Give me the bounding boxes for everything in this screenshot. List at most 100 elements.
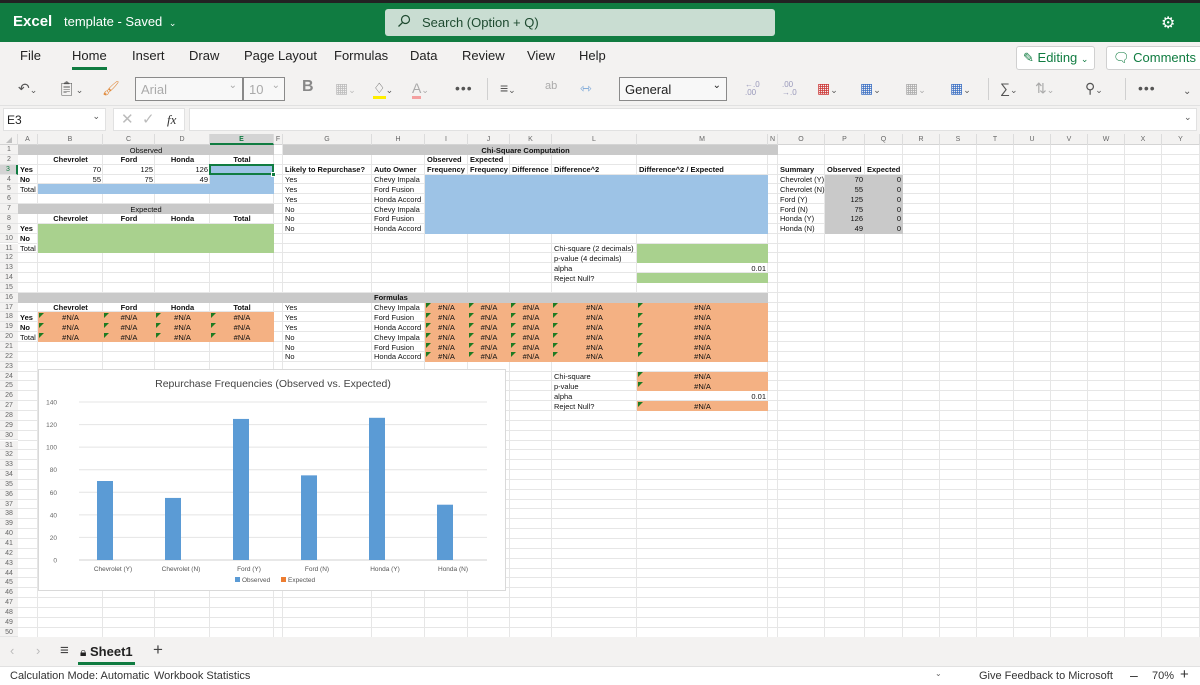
merge-cells-icon[interactable]: ⇿ <box>580 80 592 97</box>
row-header-23[interactable]: 23 <box>0 361 18 372</box>
formulas-title[interactable]: Formulas <box>374 293 423 302</box>
row-header-9[interactable]: 9 <box>0 223 18 234</box>
row-header-6[interactable]: 6 <box>0 194 18 205</box>
insert-function-icon[interactable]: fx <box>167 112 176 128</box>
formula-value[interactable]: #N/A <box>105 313 153 322</box>
decrease-decimal-button[interactable]: ←.0 .00 <box>745 81 760 97</box>
formula-input[interactable] <box>189 108 1197 131</box>
row-header-21[interactable]: 21 <box>0 342 18 352</box>
expected-header[interactable]: Ford <box>105 214 153 223</box>
repurchase-value[interactable]: No <box>285 333 370 342</box>
summary-observed[interactable]: 126 <box>827 214 863 223</box>
observed-value[interactable]: 75 <box>105 175 153 184</box>
column-header-b[interactable]: B <box>38 134 103 145</box>
header-expected-frequency[interactable]: Frequency <box>470 165 508 174</box>
row-header-7[interactable]: 7 <box>0 204 18 214</box>
p-value-value[interactable]: #N/A <box>639 382 766 391</box>
row-header-42[interactable]: 42 <box>0 548 18 559</box>
formula-value[interactable]: #N/A <box>40 323 101 332</box>
expected-title[interactable]: Expected <box>20 205 272 214</box>
prev-sheet-icon[interactable]: ‹ <box>10 643 14 658</box>
formula-value[interactable]: #N/A <box>470 343 508 352</box>
summary-label[interactable]: Ford (N) <box>780 205 823 214</box>
repurchase-value[interactable]: Yes <box>285 175 370 184</box>
formula-value[interactable]: #N/A <box>427 323 466 332</box>
column-header-l[interactable]: L <box>552 134 637 145</box>
row-header-24[interactable]: 24 <box>0 371 18 382</box>
select-all-corner[interactable] <box>0 134 18 145</box>
header-repurchase[interactable]: Likely to Repurchase? <box>285 165 370 174</box>
formula-row-label[interactable]: No <box>20 323 36 332</box>
formula-value[interactable]: #N/A <box>212 313 272 322</box>
format-painter-icon[interactable]: 🖌︎ <box>102 80 120 97</box>
header-observed[interactable]: Observed <box>427 155 466 164</box>
formula-value[interactable]: #N/A <box>512 352 550 361</box>
row-header-28[interactable]: 28 <box>0 410 18 421</box>
calculation-mode[interactable]: Calculation Mode: Automatic <box>10 670 149 682</box>
auto-owner-value[interactable]: Chevy Impala <box>374 303 423 312</box>
formula-value[interactable]: #N/A <box>639 343 766 352</box>
formula-value[interactable]: #N/A <box>427 343 466 352</box>
header-difference[interactable]: Difference <box>512 165 550 174</box>
auto-owner-value[interactable]: Chevy Impala <box>374 333 423 342</box>
row-header-37[interactable]: 37 <box>0 499 18 510</box>
formula-value[interactable]: #N/A <box>470 333 508 342</box>
repurchase-value[interactable]: No <box>285 343 370 352</box>
row-header-41[interactable]: 41 <box>0 539 18 549</box>
number-format-select[interactable]: General ⌄ <box>619 77 727 101</box>
font-color-icon[interactable]: A⌄ <box>412 80 429 99</box>
repurchase-value[interactable]: Yes <box>285 323 370 332</box>
auto-owner-value[interactable]: Chevy Impala <box>374 205 423 214</box>
summary-label[interactable]: Ford (Y) <box>780 195 823 204</box>
column-header-e[interactable]: E <box>210 134 274 145</box>
confirm-icon[interactable]: ✓ <box>142 110 155 128</box>
expected-row-label[interactable]: Yes <box>20 224 36 233</box>
column-header-r[interactable]: R <box>903 134 940 145</box>
repurchase-value[interactable]: No <box>285 205 370 214</box>
formula-value[interactable]: #N/A <box>105 323 153 332</box>
row-header-22[interactable]: 22 <box>0 351 18 362</box>
summary-observed[interactable]: 75 <box>827 205 863 214</box>
row-header-19[interactable]: 19 <box>0 322 18 333</box>
row-header-17[interactable]: 17 <box>0 302 18 313</box>
summary-expected[interactable]: 0 <box>867 214 901 223</box>
row-header-1[interactable]: 1 <box>0 145 18 155</box>
row-header-27[interactable]: 27 <box>0 401 18 411</box>
formula-value[interactable]: #N/A <box>157 313 208 322</box>
next-sheet-icon[interactable]: › <box>36 643 40 658</box>
column-header-g[interactable]: G <box>283 134 372 145</box>
bold-button[interactable]: B <box>302 78 314 96</box>
row-header-26[interactable]: 26 <box>0 391 18 402</box>
sort-filter-icon[interactable]: ⇅⌄ <box>1035 80 1054 97</box>
formula-value[interactable]: #N/A <box>427 313 466 322</box>
undo-icon[interactable]: ↶⌄ <box>18 80 37 97</box>
auto-owner-value[interactable]: Ford Fusion <box>374 185 423 194</box>
summary-expected[interactable]: 0 <box>867 205 901 214</box>
sheet-tab-sheet1[interactable]: 🔒︎ Sheet1 <box>78 641 135 665</box>
tab-insert[interactable]: Insert <box>132 48 165 63</box>
formula-value[interactable]: #N/A <box>554 303 635 312</box>
row-header-33[interactable]: 33 <box>0 460 18 471</box>
column-header-w[interactable]: W <box>1088 134 1125 145</box>
borders-icon[interactable]: ▦⌄ <box>335 80 356 97</box>
add-sheet-icon[interactable]: + <box>153 640 163 660</box>
tab-formulas[interactable]: Formulas <box>334 48 388 63</box>
row-header-15[interactable]: 15 <box>0 282 18 293</box>
cancel-icon[interactable]: ✕ <box>121 110 134 128</box>
formula-value[interactable]: #N/A <box>554 313 635 322</box>
observed-value[interactable]: 126 <box>157 165 208 174</box>
reject-null-label[interactable]: Reject Null? <box>554 274 635 283</box>
tab-file[interactable]: File <box>20 48 41 63</box>
formula-value[interactable]: #N/A <box>427 303 466 312</box>
summary-observed[interactable]: 125 <box>827 195 863 204</box>
more-commands-icon[interactable]: ••• <box>1138 80 1156 96</box>
document-title[interactable]: template - Saved ⌄ <box>64 14 176 29</box>
reject-null-label[interactable]: Reject Null? <box>554 402 635 411</box>
tab-page-layout[interactable]: Page Layout <box>244 48 317 63</box>
row-header-13[interactable]: 13 <box>0 263 18 274</box>
column-header-t[interactable]: T <box>977 134 1014 145</box>
column-header-u[interactable]: U <box>1014 134 1051 145</box>
column-header-m[interactable]: M <box>637 134 768 145</box>
formula-value[interactable]: #N/A <box>212 323 272 332</box>
summary-header[interactable]: Expected <box>867 165 901 174</box>
